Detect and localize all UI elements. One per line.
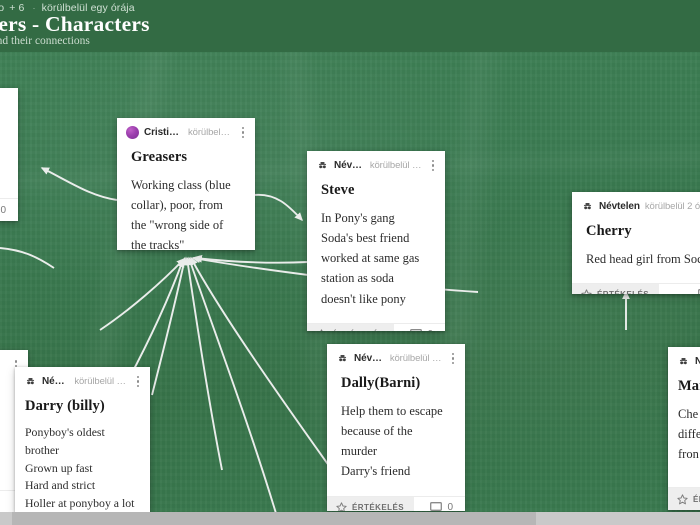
footer-spacer — [394, 324, 402, 331]
card-menu-kebab-icon[interactable] — [428, 158, 438, 174]
card-header: Névtelen körülbelül egy órája — [15, 367, 150, 391]
card-title: Greasers — [131, 149, 188, 165]
card-author: Cristina To... — [144, 127, 183, 138]
card-steve[interactable]: Névtelen körülbelül 4 órája Steve In Pon… — [307, 151, 445, 331]
rate-label: ÉRTÉKELÉS — [352, 503, 405, 511]
comment-button[interactable]: 0 — [422, 497, 465, 511]
comment-count: 0 — [447, 502, 453, 511]
rate-button[interactable]: ÉR — [668, 488, 700, 510]
page-title: utsiders - Characters — [0, 12, 150, 36]
card-header: Névtelen körülbelül 2 órája — [327, 344, 465, 368]
card-timestamp: körülbelül egy ... — [188, 127, 233, 138]
card-cherry[interactable]: Névtelen körülbelül 2 órája Cherry Red h… — [572, 192, 700, 294]
comment-icon — [410, 329, 423, 331]
star-icon — [320, 329, 323, 331]
rate-button[interactable]: ÉRTÉKELÉS — [572, 283, 660, 294]
anonymous-avatar-icon — [24, 375, 37, 388]
card-author: Né — [695, 356, 700, 367]
card-footer: 0 — [0, 198, 18, 221]
card-timestamp: körülbelül 4 órája — [369, 160, 423, 171]
rate-label: ÉRTÉKELÉS — [597, 290, 649, 294]
comment-count: 0 — [0, 204, 6, 216]
card-body — [0, 115, 18, 198]
card-body: Dally(Barni) Help them to escape because… — [327, 368, 465, 496]
anonymous-avatar-icon — [581, 200, 594, 213]
rate-label: ÉR — [693, 494, 700, 504]
comment-button[interactable]: 0 — [0, 199, 18, 221]
page-subtitle: racters and their connections — [0, 35, 90, 47]
card-footer: ÉRTÉKELÉS 0 — [307, 322, 445, 331]
card-title: Darry (billy) — [25, 398, 105, 414]
card-text: Working class (blue collar), poor, from … — [131, 177, 231, 250]
bottom-scrollbar[interactable] — [0, 512, 700, 525]
anonymous-avatar-icon — [336, 352, 349, 365]
card-timestamp: l 5 ór... — [0, 361, 6, 372]
rate-label: ÉRTÉKELÉS — [332, 330, 384, 331]
card-body: Mar Che diffe fron — [668, 371, 700, 487]
card-marcia[interactable]: Né Mar Che diffe fron ÉR — [668, 347, 700, 510]
card-text: Red head girl from Socs — [586, 251, 700, 266]
card-header: Névtelen körülbelül 4 órája — [307, 151, 445, 175]
card-body: Cherry Red head girl from Socs — [572, 216, 700, 283]
scrollbar-segment-left[interactable] — [0, 512, 12, 525]
card-menu-kebab-icon[interactable] — [238, 125, 248, 141]
card-author: Névtelen — [42, 376, 69, 387]
footer-spacer — [414, 497, 422, 511]
star-icon — [581, 289, 592, 294]
card-dally[interactable]: Névtelen körülbelül 2 órája Dally(Barni)… — [327, 344, 465, 511]
anonymous-avatar-icon — [677, 355, 690, 368]
card-author: Névtelen — [334, 160, 365, 171]
footer-spacer — [659, 284, 690, 294]
card-timestamp: körülbelül 2 órája — [644, 201, 700, 212]
card-darry[interactable]: Névtelen körülbelül egy órája Darry (bil… — [15, 367, 150, 513]
card-timestamp: körülbelül 2 órája — [389, 353, 443, 364]
card-header: Né — [668, 347, 700, 371]
card-footer: ÉRTÉKELÉS — [572, 282, 700, 294]
card-partial-left[interactable]: ny ... 0 — [0, 88, 18, 221]
card-timestamp: körülbelül egy órája — [74, 376, 128, 387]
purple-avatar-icon — [126, 126, 139, 139]
anonymous-avatar-icon — [316, 159, 329, 172]
card-body: Darry (billy) Ponyboy's oldest brother G… — [15, 391, 150, 513]
page-header: oledo + 6 · körülbelül egy órája utsider… — [0, 0, 700, 52]
card-text: In Pony's gang Soda's best friend worked… — [321, 210, 420, 306]
card-author: Névtelen — [354, 353, 385, 364]
rate-button[interactable]: ÉRTÉKELÉS — [327, 496, 415, 511]
card-header: Cristina To... körülbelül egy ... — [117, 118, 255, 142]
card-text: Che diffe fron — [678, 406, 700, 462]
star-icon — [336, 502, 347, 511]
card-footer: ÉRTÉKELÉS 0 — [327, 495, 465, 511]
card-text: Ponyboy's oldest brother Grown up fast H… — [25, 424, 135, 511]
card-body: Greasers Working class (blue collar), po… — [117, 142, 255, 250]
card-header: ny ... — [0, 88, 18, 115]
comment-button[interactable] — [690, 284, 700, 294]
card-title: Mar — [678, 378, 700, 394]
card-menu-kebab-icon[interactable] — [448, 351, 458, 367]
card-body: Steve In Pony's gang Soda's best friend … — [307, 175, 445, 323]
scrollbar-segment-right[interactable] — [536, 512, 700, 525]
comment-icon — [430, 502, 443, 511]
star-icon — [677, 493, 688, 504]
card-title: Steve — [321, 182, 355, 198]
card-title: Cherry — [586, 223, 632, 239]
comment-button[interactable]: 0 — [402, 324, 445, 331]
rate-button[interactable]: ÉRTÉKELÉS — [307, 323, 395, 331]
card-title: Dally(Barni) — [341, 375, 421, 391]
card-author: Névtelen — [599, 201, 640, 212]
card-greasers[interactable]: Cristina To... körülbelül egy ... Grease… — [117, 118, 255, 250]
card-footer: ÉR — [668, 487, 700, 510]
comment-count: 0 — [427, 329, 433, 331]
card-menu-kebab-icon[interactable] — [133, 374, 143, 390]
mindmap-app: oledo + 6 · körülbelül egy órája utsider… — [0, 0, 700, 525]
card-header: Névtelen körülbelül 2 órája — [572, 192, 700, 216]
card-text: Help them to escape because of the murde… — [341, 403, 443, 479]
